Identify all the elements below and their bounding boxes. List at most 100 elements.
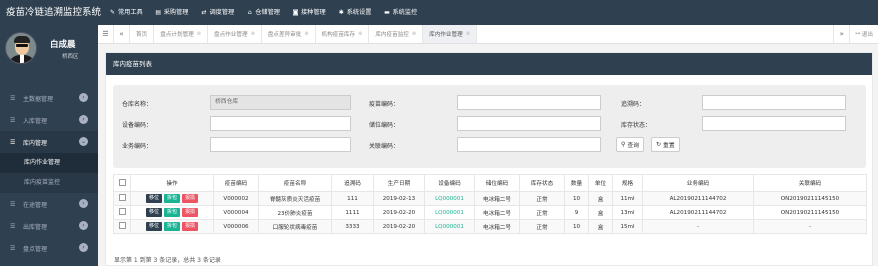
app-title: 疫苗冷链追溯监控系统 <box>6 7 102 18</box>
column-header[interactable]: 生产日期 <box>373 174 425 192</box>
column-header[interactable]: 业务编码 <box>642 174 754 192</box>
column-header[interactable]: 追溯码 <box>331 174 374 192</box>
move-button[interactable]: 移位 <box>145 194 162 203</box>
home-icon: ⌂ <box>247 9 252 16</box>
close-icon[interactable]: ⊗ <box>412 31 416 37</box>
tab-vaccine-monitor[interactable]: 库内疫苗监控 ⊗ <box>369 25 424 43</box>
close-icon[interactable]: ⊗ <box>197 31 201 37</box>
cell-device-code-link[interactable]: LQ000001 <box>424 191 475 206</box>
move-button[interactable]: 移位 <box>145 222 162 231</box>
related-code-input[interactable] <box>457 137 601 152</box>
sidebar-item-in-transit[interactable]: ☰ 在途管理 › <box>0 193 98 215</box>
row-checkbox[interactable] <box>113 191 131 206</box>
topnav-dispatch[interactable]: ⇄ 调度管理 <box>195 0 241 25</box>
sidebar-item-in-warehouse[interactable]: ☰ 库内管理 ⌄ <box>0 131 98 153</box>
row-checkbox[interactable] <box>113 205 131 220</box>
gear-icon: ✱ <box>338 9 344 16</box>
row-checkbox[interactable] <box>113 219 131 234</box>
panel-title: 库内疫苗列表 <box>106 53 872 75</box>
topnav-settings[interactable]: ✱ 系统设置 <box>332 0 378 25</box>
sidebar-item-inbound[interactable]: ☰ 入库管理 › <box>0 109 98 131</box>
topnav-monitor[interactable]: ▬ 系统监控 <box>378 0 424 25</box>
column-header[interactable]: 设备编码 <box>424 174 475 192</box>
tab-org-stock[interactable]: 机构疫苗库存 ⊗ <box>316 25 370 43</box>
row-actions: 移位 拆包 报损 <box>130 205 214 220</box>
cell-quantity: 10 <box>564 219 589 234</box>
sidebar-subitem-operations[interactable]: 库内作业管理 <box>0 153 98 173</box>
move-button[interactable]: 移位 <box>145 208 162 217</box>
unpack-button[interactable]: 拆包 <box>163 194 180 203</box>
cell-business-code: - <box>642 219 754 234</box>
unpack-button[interactable]: 拆包 <box>163 222 180 231</box>
close-icon[interactable]: ⊗ <box>251 31 255 37</box>
cell-vaccine-code: V000006 <box>213 219 259 234</box>
user-profile: 白成晨 桥西区 <box>0 25 98 87</box>
device-code-input[interactable] <box>210 116 351 131</box>
topnav-purchase[interactable]: ▤ 采购管理 <box>149 0 195 25</box>
cell-related-code: ON20190211145150 <box>753 205 867 220</box>
sidebar-item-outbound[interactable]: ☰ 出库管理 › <box>0 215 98 237</box>
damage-button[interactable]: 报损 <box>182 194 199 203</box>
tab-count-diff[interactable]: 盘点差异审批 ⊗ <box>262 25 316 43</box>
sidebar-item-master-data[interactable]: ☰ 主数据管理 › <box>0 87 98 109</box>
cell-related-code: - <box>753 219 867 234</box>
refresh-icon: ↻ <box>656 141 662 148</box>
status-select[interactable] <box>702 116 846 131</box>
column-header[interactable]: 库存状态 <box>519 174 565 192</box>
query-button[interactable]: ⚲ 查询 <box>616 137 645 152</box>
warehouse-field[interactable]: 桥西仓库 <box>210 95 351 110</box>
trace-code-input[interactable] <box>702 95 846 110</box>
tab-operations[interactable]: 库内作业管理 ⊗ <box>423 25 477 43</box>
user-name[interactable]: 白成晨 <box>50 38 76 50</box>
select-all-checkbox[interactable] <box>113 174 131 192</box>
cell-stock-status: 正常 <box>519 219 565 234</box>
reset-button[interactable]: ↻ 重置 <box>651 137 680 152</box>
cell-device-code-link[interactable]: LQ000001 <box>424 219 475 234</box>
monitor-icon: ▬ <box>384 9 390 16</box>
chevron-right-icon: › <box>79 115 88 124</box>
topnav-vaccination[interactable]: ◙ 接种管理 <box>286 0 332 25</box>
sidebar-subitem-monitor[interactable]: 库内疫苗监控 <box>0 173 98 193</box>
cell-quantity: 9 <box>564 205 589 220</box>
cell-spec: 15ml <box>612 219 643 234</box>
cell-unit: 盒 <box>588 191 613 206</box>
tab-count-operation[interactable]: 盘点作业管理 ⊗ <box>208 25 262 43</box>
business-code-input[interactable] <box>210 137 351 152</box>
close-icon[interactable]: ⊗ <box>466 31 470 37</box>
close-icon[interactable]: ⊗ <box>304 31 308 37</box>
tabs-scroll-left-icon[interactable]: « <box>114 25 130 43</box>
chevron-right-icon: › <box>79 199 88 208</box>
vaccine-table: 操作 疫苗编码 疫苗名称 追溯码 生产日期 设备编码 储位编码 库存状态 数量 … <box>113 174 867 234</box>
sidebar-item-inventory-check[interactable]: ☰ 盘点管理 › <box>0 237 98 259</box>
avatar[interactable] <box>5 32 37 64</box>
logout-icon: ↦ <box>855 31 861 37</box>
cell-production-date: 2019-02-20 <box>373 219 425 234</box>
column-header[interactable]: 数量 <box>564 174 589 192</box>
vaccine-code-input[interactable] <box>457 95 601 110</box>
column-header[interactable]: 单位 <box>588 174 613 192</box>
wrench-icon: ✎ <box>109 9 116 16</box>
tabs-scroll-right-icon[interactable]: » <box>833 25 849 43</box>
column-header[interactable]: 规格 <box>612 174 643 192</box>
logout-button[interactable]: ↦ 退出 <box>849 25 878 43</box>
cell-location-code: 电冰箱二号 <box>474 219 520 234</box>
damage-button[interactable]: 报损 <box>182 222 199 231</box>
topnav-warehouse[interactable]: ⌂ 仓储管理 <box>240 0 286 25</box>
chevron-right-icon: › <box>79 221 88 230</box>
menu-toggle-icon[interactable]: ☰ <box>98 25 114 43</box>
column-header[interactable]: 关联编码 <box>753 174 867 192</box>
column-header[interactable]: 疫苗编码 <box>213 174 259 192</box>
location-code-input[interactable] <box>457 116 601 131</box>
tab-home[interactable]: 首页 <box>130 25 155 43</box>
column-header[interactable]: 储位编码 <box>474 174 520 192</box>
column-header: 操作 <box>130 174 214 192</box>
cell-device-code-link[interactable]: LQ000001 <box>424 205 475 220</box>
cell-vaccine-name: 口服轮状病毒疫苗 <box>258 219 332 234</box>
unpack-button[interactable]: 拆包 <box>163 208 180 217</box>
tab-count-plan[interactable]: 盘点计划管理 ⊗ <box>154 25 208 43</box>
damage-button[interactable]: 报损 <box>182 208 199 217</box>
close-icon[interactable]: ⊗ <box>358 31 362 37</box>
topnav-tools[interactable]: ✎ 常用工具 <box>103 0 149 25</box>
row-actions: 移位 拆包 报损 <box>130 219 214 234</box>
column-header[interactable]: 疫苗名称 <box>258 174 332 192</box>
